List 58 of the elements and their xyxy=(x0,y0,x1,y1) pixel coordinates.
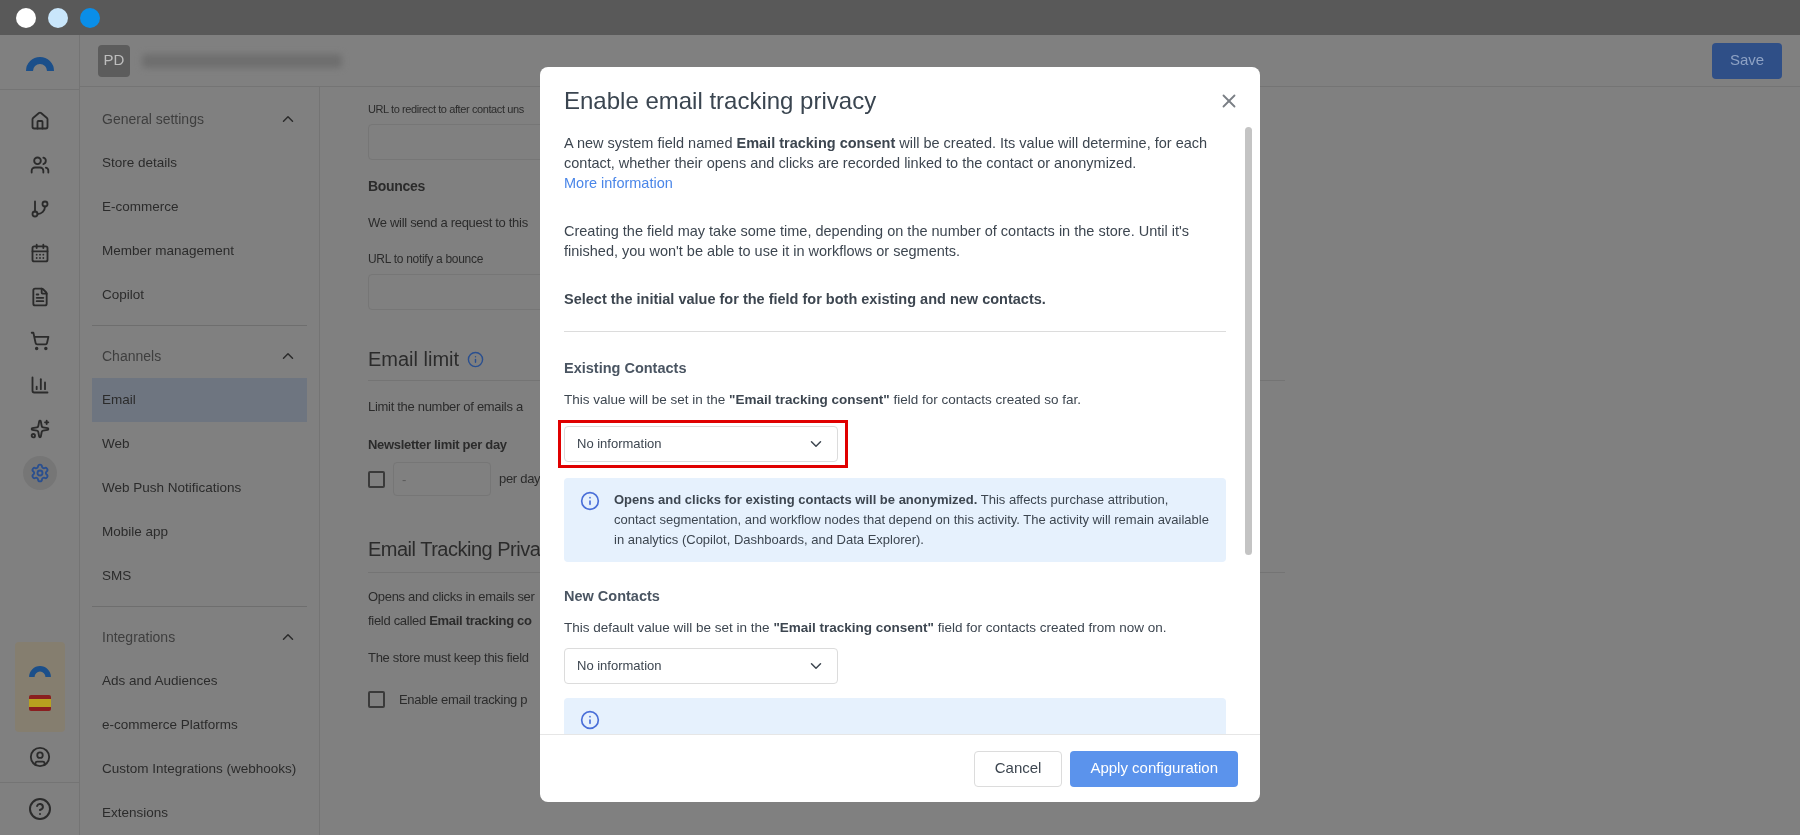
user-icon[interactable] xyxy=(28,746,51,768)
save-button[interactable]: Save xyxy=(1712,42,1782,79)
note-paragraph: Creating the field may take some time, depending on the number of contacts in the store. Until it's finished, you won't be able to use it in workflows or segments. xyxy=(564,222,1190,261)
description-text: Limit the number of emails a xyxy=(368,398,523,416)
intro-paragraph: A new system field named Email tracking consent will be created. Its value will determine, for each contact, whether their opens and clicks are recorded linked to the contact or anonymized. More information xyxy=(564,134,1209,193)
value-select[interactable]: No information xyxy=(564,648,838,684)
section-subtitle: Bounces xyxy=(368,176,426,196)
nav-item[interactable]: SMS xyxy=(92,554,307,598)
prompt-text: Select the initial value for the field for both existing and new contacts. xyxy=(564,290,1047,309)
info-icon[interactable] xyxy=(467,350,485,368)
description-text: Opens and clicks in emails ser xyxy=(368,588,535,606)
unit-label: per day xyxy=(499,470,541,489)
logo-icon xyxy=(26,663,53,677)
store-avatar[interactable]: PD xyxy=(98,44,130,77)
section-heading: Existing Contacts xyxy=(564,359,688,378)
help-icon[interactable] xyxy=(27,797,52,821)
nav-item[interactable]: Ads and Audiences xyxy=(92,659,307,703)
nav-group-title: Integrations xyxy=(102,627,176,647)
description-text: field called Email tracking co xyxy=(368,611,532,630)
settings-icon[interactable] xyxy=(22,456,57,490)
section-heading: New Contacts xyxy=(564,587,661,606)
section-description: This default value will be set in the "Email tracking consent" field for contacts created from now on. xyxy=(564,619,1168,637)
flag-icon xyxy=(28,695,51,711)
checkbox[interactable] xyxy=(368,470,385,488)
nav-item[interactable]: Member management xyxy=(92,229,307,273)
section-description: This value will be set in the "Email tracking consent" field for contacts created so far. xyxy=(564,391,1083,409)
field-label: Newsletter limit per day xyxy=(368,435,507,454)
more-information-link[interactable]: More information xyxy=(564,175,673,191)
description-text: We will send a request to this xyxy=(368,213,528,232)
value-select[interactable]: No information xyxy=(564,426,838,462)
nav-item[interactable]: E-commerce xyxy=(92,185,307,229)
cancel-button[interactable]: Cancel xyxy=(973,750,1063,787)
limit-input-field[interactable]: - xyxy=(393,462,491,496)
account-switcher[interactable] xyxy=(14,642,65,732)
field-label: URL to redirect to after contact uns xyxy=(368,102,524,117)
checkbox-label: Enable email tracking p xyxy=(399,690,528,709)
nav-item[interactable]: Email xyxy=(92,378,307,422)
section-title: Email limit xyxy=(368,347,460,372)
nav-item[interactable]: Mobile app xyxy=(92,510,307,554)
nav-group-title: Channels xyxy=(102,346,162,366)
nav-item[interactable]: e-commerce Platforms xyxy=(92,703,307,747)
nav-item[interactable]: Web xyxy=(92,422,307,466)
info-icon xyxy=(580,491,600,511)
nav-item[interactable]: Store details xyxy=(92,141,307,185)
info-text: Opens and clicks for existing contacts will be anonymized. This affects purchase attribution, contact segmentation, and workflow nodes that depend on this activity. The activity will remain available in analytics (Copilot, Dashboards, and Data Explorer). xyxy=(614,491,1210,549)
nav-item[interactable]: Web Push Notifications xyxy=(92,466,307,510)
info-icon xyxy=(580,710,600,730)
description-text: The store must keep this field xyxy=(368,649,529,667)
nav-item[interactable]: Custom Integrations (webhooks) xyxy=(92,747,307,791)
nav-item[interactable]: Copilot xyxy=(92,273,307,317)
nav-item[interactable]: Extensions xyxy=(92,791,307,835)
nav-group-title: General settings xyxy=(102,109,204,129)
scrollbar-thumb[interactable] xyxy=(1244,127,1252,555)
section-title: Email Tracking Priva xyxy=(368,537,541,562)
field-label: URL to notify a bounce xyxy=(368,251,484,268)
apply-configuration-button[interactable]: Apply configuration xyxy=(1070,750,1238,787)
checkbox[interactable] xyxy=(368,690,385,708)
modal-title: Enable email tracking privacy xyxy=(564,86,877,116)
